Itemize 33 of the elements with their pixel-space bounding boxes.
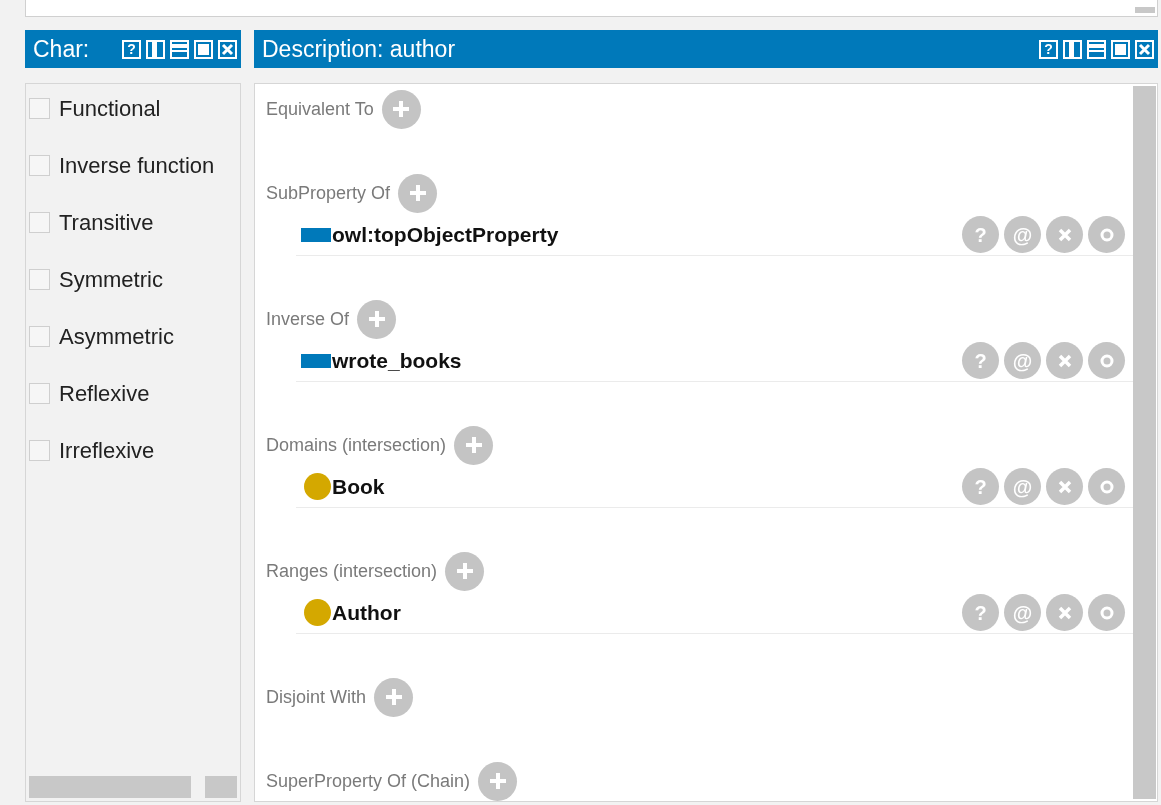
- section-label: Domains (intersection): [266, 433, 447, 457]
- help-button[interactable]: ?: [122, 39, 141, 59]
- checkbox-row[interactable]: Irreflexive: [26, 436, 240, 464]
- checkbox-row[interactable]: Reflexive: [26, 379, 240, 407]
- entry-row[interactable]: Book ? @: [296, 466, 1133, 508]
- checkbox-label: Inverse function: [59, 151, 215, 180]
- help-button[interactable]: ?: [1039, 39, 1058, 59]
- entry-row[interactable]: wrote_books ? @: [296, 340, 1133, 382]
- checkbox-label: Reflexive: [59, 379, 150, 408]
- section-label: SubProperty Of: [266, 181, 391, 205]
- panel-title: Char:: [33, 34, 91, 64]
- entry-row[interactable]: Author ? @: [296, 592, 1133, 634]
- checkbox-row[interactable]: Inverse function: [26, 151, 240, 179]
- section-label: SuperProperty Of (Chain): [266, 769, 471, 793]
- section-label: Ranges (intersection): [266, 559, 438, 583]
- checkbox-label: Asymmetric: [59, 322, 174, 351]
- checkbox-label: Irreflexive: [59, 436, 155, 465]
- checkbox-row[interactable]: Transitive: [26, 208, 240, 236]
- entry-label: owl:topObjectProperty: [332, 221, 560, 248]
- section-label: Disjoint With: [266, 685, 367, 709]
- section-label: Equivalent To: [266, 97, 374, 121]
- panel-title: Description: author: [262, 34, 457, 64]
- checkbox-row[interactable]: Symmetric: [26, 265, 240, 293]
- checkbox-label: Transitive: [59, 208, 154, 237]
- entry-label: Author: [332, 599, 402, 626]
- checkbox-row[interactable]: Asymmetric: [26, 322, 240, 350]
- section-label: Inverse Of: [266, 307, 350, 331]
- checkbox-row[interactable]: Functional: [26, 94, 240, 122]
- entry-label: Book: [332, 473, 386, 500]
- checkbox-label: Functional: [59, 94, 161, 123]
- entry-row[interactable]: owl:topObjectProperty ? @: [296, 214, 1133, 256]
- checkbox-label: Symmetric: [59, 265, 163, 294]
- entry-label: wrote_books: [332, 347, 463, 374]
